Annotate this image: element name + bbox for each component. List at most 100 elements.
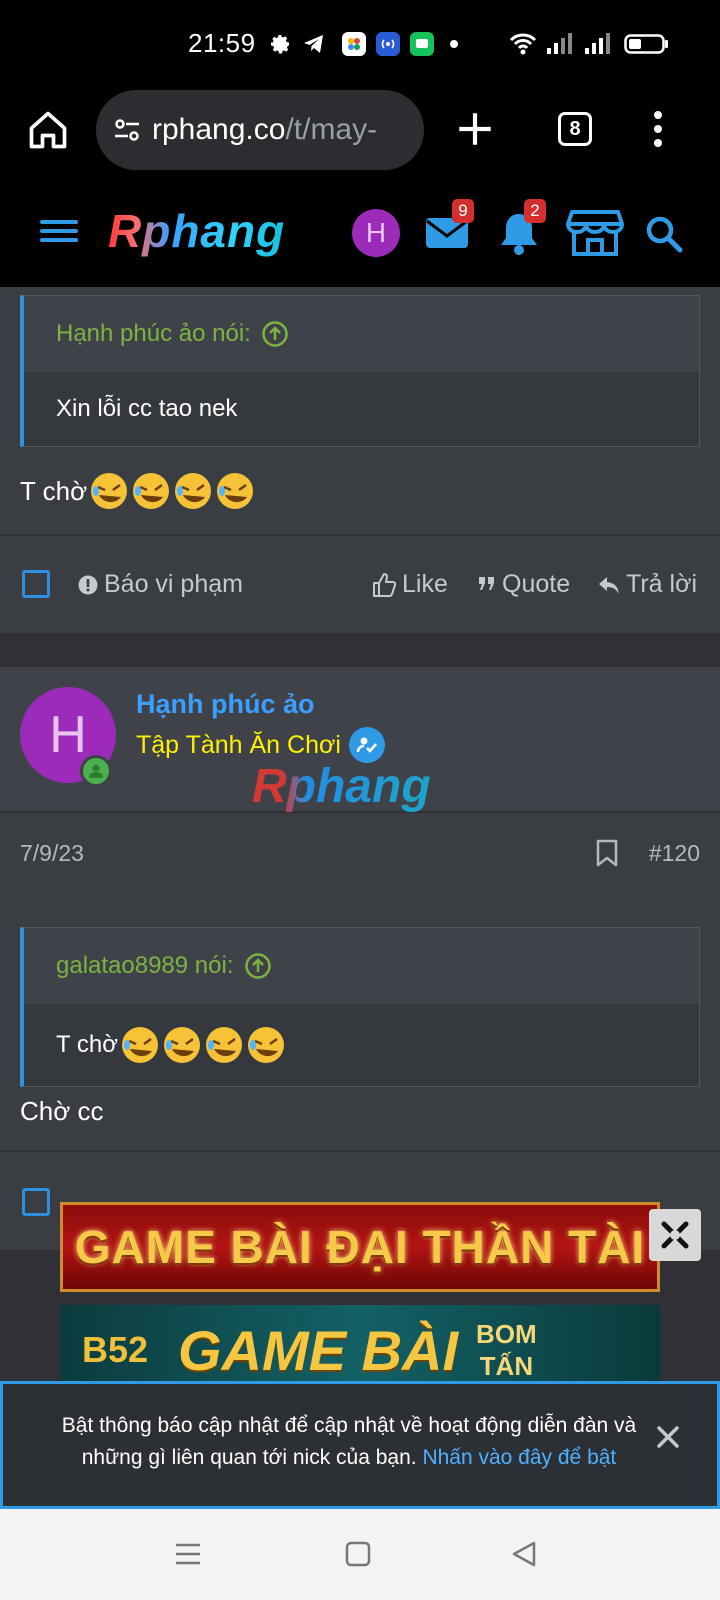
quote-block: Hạnh phúc ảo nói: Xin lỗi cc tao nek (20, 295, 700, 447)
rofl-emoji (163, 1027, 200, 1063)
reply-button[interactable]: Trả lời (598, 570, 697, 599)
rofl-emoji (175, 473, 212, 509)
tab-switcher-button[interactable]: 8 (558, 112, 592, 146)
hotspot-icon (376, 32, 400, 56)
alerts-badge: 2 (524, 199, 546, 223)
system-nav-bar (0, 1509, 720, 1600)
site-watermark: Rphang (252, 760, 431, 813)
signal-icon-2 (584, 32, 610, 56)
quote-button[interactable]: Quote (478, 570, 570, 599)
quote-text: T chờ (56, 1031, 118, 1058)
close-icon (661, 1221, 689, 1249)
quote-author: Hạnh phúc ảo nói: (56, 320, 251, 347)
menu-dots-icon[interactable] (651, 108, 665, 155)
rofl-emoji (247, 1027, 284, 1063)
url-bar[interactable]: rphang.co/t/may- (96, 90, 424, 170)
select-post-checkbox[interactable] (22, 1188, 50, 1216)
signal-icon (546, 32, 572, 56)
rofl-emoji (133, 473, 170, 509)
dot-indicator (448, 32, 460, 56)
post-text: Chờ cc (20, 1095, 104, 1126)
quote-author: galatao8989 nói: (56, 952, 234, 979)
wifi-icon (508, 32, 538, 56)
notice-text: Bật thông báo cập nhật để cập nhật về ho… (39, 1410, 659, 1474)
ad1-text: GAME BÀI ĐẠI THẦN TÀI (74, 1221, 646, 1273)
url-path: /t/may- (285, 113, 378, 146)
emoji-row (87, 471, 255, 511)
back-icon[interactable] (504, 1534, 544, 1574)
post-date[interactable]: 7/9/23 (20, 840, 84, 867)
close-ad-button[interactable] (649, 1209, 701, 1261)
post-text: T chờ (20, 475, 88, 506)
warning-icon (78, 575, 104, 595)
verified-icon (348, 727, 385, 763)
reply-label: Trả lời (626, 570, 698, 598)
bookmark-icon[interactable] (596, 839, 618, 867)
rofl-emoji (217, 473, 254, 509)
rofl-emoji (205, 1027, 242, 1063)
screen: 21:59 rphang.co/t/may- 8 Rphang H 9 2 Hạ… (0, 0, 720, 1600)
telegram-icon (302, 32, 326, 56)
post-meta: 7/9/23 #120 (0, 815, 720, 891)
quote-body: Xin lỗi cc tao nek (24, 372, 699, 446)
reply-icon (598, 575, 626, 595)
thumbs-up-icon (372, 572, 402, 598)
report-button[interactable]: Báo vi phạm (78, 570, 243, 599)
settings-icon (268, 32, 292, 56)
ad-banner-1[interactable]: GAME BÀI ĐẠI THẦN TÀI (60, 1202, 660, 1292)
ad2-tag-line1: BOM (476, 1319, 537, 1349)
post-author-block: H Hạnh phúc ảo Tập Tành Ăn Chơi Rphang (0, 667, 720, 813)
recent-apps-icon[interactable] (168, 1534, 208, 1574)
quote-header[interactable]: galatao8989 nói: (24, 928, 699, 1004)
ad2-brand: B52 (82, 1329, 149, 1370)
select-post-checkbox[interactable] (22, 570, 50, 598)
chat-icon (410, 32, 434, 56)
rofl-emoji (121, 1027, 158, 1063)
user-title: Tập Tành Ăn Chơi (136, 730, 341, 759)
status-bar: 21:59 (0, 0, 720, 88)
url-text: rphang.co/t/may- (152, 113, 377, 147)
rofl-emoji (91, 473, 128, 509)
search-icon[interactable] (644, 214, 684, 259)
username[interactable]: Hạnh phúc ảo (136, 689, 315, 720)
thread-content: Hạnh phúc ảo nói: Xin lỗi cc tao nek T c… (0, 287, 720, 1600)
quote-label: Quote (502, 570, 571, 598)
post-gap (0, 633, 720, 667)
quote-header[interactable]: Hạnh phúc ảo nói: (24, 296, 699, 372)
post-body: T chờ (20, 469, 255, 513)
post-actions: Báo vi phạm Like Quote Trả lời (0, 536, 720, 632)
quote-block: galatao8989 nói: T chờ (20, 927, 700, 1087)
push-notification-banner: Bật thông báo cập nhật để cập nhật về ho… (0, 1381, 720, 1509)
ad2-text: GAME BÀI (178, 1318, 459, 1382)
hamburger-icon[interactable] (40, 214, 78, 253)
arrow-up-circle-icon[interactable] (261, 320, 289, 348)
post-number[interactable]: #120 (649, 840, 700, 867)
user-online-icon (80, 755, 112, 787)
url-domain: rphang.co (152, 113, 286, 146)
close-icon[interactable] (653, 1422, 683, 1452)
site-logo[interactable]: Rphang (108, 204, 285, 258)
quote-icon (478, 576, 502, 594)
quote-body: T chờ (24, 1004, 699, 1086)
new-tab-icon[interactable] (454, 108, 496, 155)
enable-notifications-link[interactable]: Nhấn vào đây để bật (422, 1446, 616, 1469)
photos-icon (342, 32, 366, 56)
ad2-tag: BOM TẤN (476, 1318, 537, 1382)
battery-icon (624, 32, 670, 56)
browser-toolbar: rphang.co/t/may- 8 (0, 88, 720, 192)
site-header: Rphang H 9 2 (0, 192, 720, 287)
emoji-row (118, 1025, 286, 1065)
report-label: Báo vi phạm (104, 570, 243, 598)
home-icon[interactable] (26, 108, 70, 157)
status-time: 21:59 (188, 28, 256, 58)
messages-badge: 9 (452, 199, 474, 223)
home-button-icon[interactable] (338, 1534, 378, 1574)
arrow-up-circle-icon[interactable] (244, 952, 272, 980)
avatar[interactable]: H (352, 209, 400, 257)
like-button[interactable]: Like (372, 570, 448, 599)
site-info-icon[interactable] (112, 115, 142, 145)
store-icon[interactable] (566, 208, 624, 263)
user-title-row: Tập Tành Ăn Chơi (136, 727, 385, 763)
ad2-tag-line2: TẤN (479, 1351, 534, 1381)
like-label: Like (402, 570, 448, 598)
